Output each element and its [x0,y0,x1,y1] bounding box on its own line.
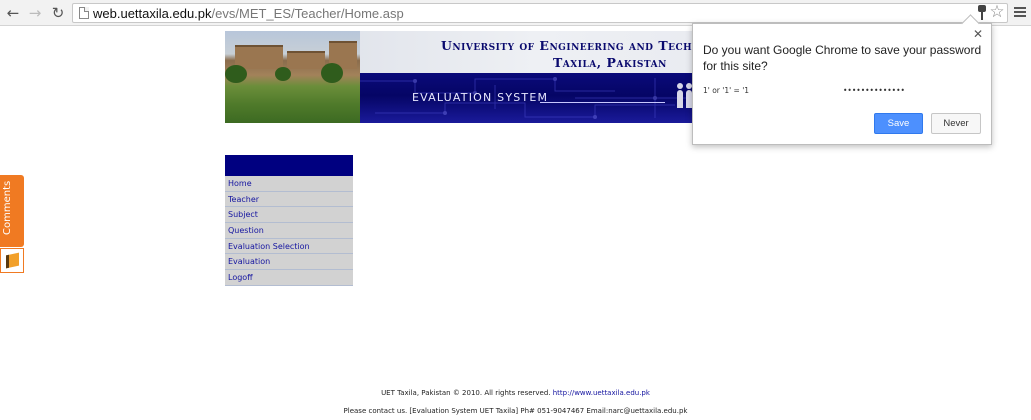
system-title: EVALUATION SYSTEM [412,91,549,104]
key-icon[interactable] [978,5,986,20]
menu-item-evaluation-selection[interactable]: Evaluation Selection [225,238,353,255]
menu-item-evaluation[interactable]: Evaluation [225,254,353,271]
never-button[interactable]: Never [931,113,981,134]
url-path: /evs/MET_ES/Teacher/Home.asp [211,6,404,21]
footer-contact: Please contact us. [Evaluation System UE… [343,407,688,415]
forward-arrow-icon[interactable]: → [26,4,44,22]
footer-copyright: UET Taxila, Pakistan © 2010. All rights … [0,389,1031,397]
url-domain: web.uettaxila.edu.pk [93,6,212,21]
saved-password: •••••••••••••• [843,86,905,95]
side-menu: Home Teacher Subject Question Evaluation… [225,155,353,286]
site-banner: University of Engineering and Tech Taxil… [225,31,745,123]
url-text[interactable]: web.uettaxila.edu.pk/evs/MET_ES/Teacher/… [93,6,404,21]
address-bar[interactable]: web.uettaxila.edu.pk/evs/MET_ES/Teacher/… [72,3,1008,23]
reload-icon[interactable]: ↻ [49,4,67,22]
close-icon[interactable]: ✕ [971,27,985,41]
campus-photo [225,31,360,123]
save-password-bubble: ✕ Do you want Google Chrome to save your… [692,23,992,145]
footer-website-link[interactable]: http://www.uettaxila.edu.pk [553,389,650,397]
comments-tab[interactable]: Comments [0,175,24,247]
university-name: University of Engineering and Tech [441,38,693,53]
menu-item-teacher[interactable]: Teacher [225,191,353,208]
save-button[interactable]: Save [874,113,923,134]
star-icon[interactable]: ☆ [988,2,1006,22]
menu-item-subject[interactable]: Subject [225,207,353,224]
back-arrow-icon[interactable]: ← [4,4,22,22]
comments-label: Comments [2,180,13,235]
page-icon [79,7,89,19]
bubble-title: Do you want Google Chrome to save your p… [703,43,982,73]
footer-copyright-text: UET Taxila, Pakistan © 2010. All rights … [381,389,553,397]
saved-username: 1' or '1' = '1 [703,86,750,95]
menu-item-home[interactable]: Home [225,176,353,192]
title-underline [540,102,665,103]
menu-header [225,155,353,176]
menu-item-question[interactable]: Question [225,223,353,239]
menu-item-logoff[interactable]: Logoff [225,270,353,286]
menu-icon[interactable] [1014,7,1026,18]
comments-icon[interactable] [0,248,24,273]
university-city: Taxila, Pakistan [553,55,667,70]
